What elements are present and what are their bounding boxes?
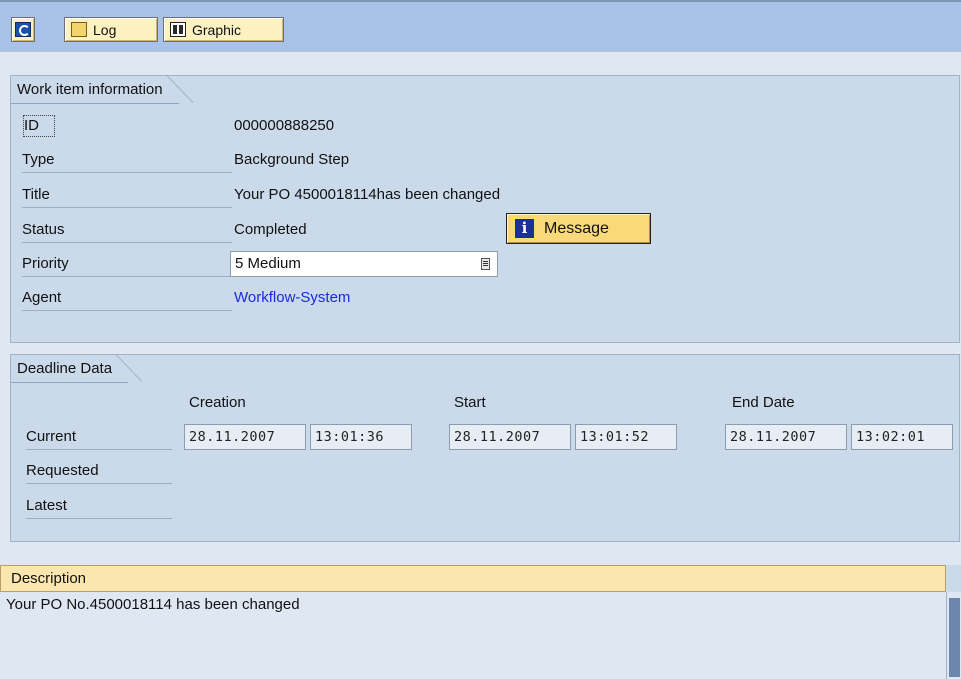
creation-date-field[interactable]: 28.11.2007 [184, 424, 306, 450]
agent-label: Agent [22, 286, 232, 311]
end-time-field[interactable]: 13:02:01 [851, 424, 953, 450]
creation-time-field[interactable]: 13:01:36 [310, 424, 412, 450]
agent-link[interactable]: Workflow-System [234, 286, 350, 310]
refresh-icon [15, 22, 31, 37]
dropdown-icon[interactable] [481, 258, 490, 270]
application-toolbar: Log Graphic [0, 0, 961, 52]
title-label: Title [22, 183, 232, 208]
message-button-label: Message [544, 219, 609, 237]
end-date-column-header: End Date [732, 394, 795, 411]
start-column-header: Start [454, 394, 486, 411]
priority-label: Priority [22, 252, 232, 277]
title-value: Your PO 4500018114has been changed [234, 186, 501, 203]
start-time-field[interactable]: 13:01:52 [575, 424, 677, 450]
start-date-field[interactable]: 28.11.2007 [449, 424, 571, 450]
status-value: Completed [234, 221, 307, 238]
log-button-label: Log [93, 21, 117, 38]
log-button[interactable]: Log [64, 17, 158, 42]
graphic-icon [170, 22, 186, 37]
info-icon: i [515, 219, 534, 238]
latest-row-label: Latest [26, 494, 172, 519]
refresh-button[interactable] [11, 17, 35, 42]
deadline-data-title: Deadline Data [11, 355, 143, 383]
current-row-label: Current [26, 425, 172, 450]
description-text: Your PO No.4500018114 has been changed [0, 592, 946, 679]
description-scrollbar[interactable] [946, 592, 961, 679]
message-button[interactable]: i Message [506, 213, 651, 244]
description-header: Description [0, 565, 946, 592]
requested-row-label: Requested [26, 459, 172, 484]
type-label: Type [22, 148, 232, 173]
id-label[interactable]: ID [22, 114, 56, 138]
graphic-button-label: Graphic [192, 21, 242, 38]
description-header-filler [946, 565, 961, 592]
priority-dropdown[interactable]: 5 Medium [230, 251, 498, 277]
priority-value: 5 Medium [235, 255, 301, 272]
graphic-button[interactable]: Graphic [163, 17, 284, 42]
work-item-info-title: Work item information [11, 76, 193, 104]
creation-column-header: Creation [189, 394, 246, 411]
type-value: Background Step [234, 151, 350, 168]
log-icon [71, 22, 87, 37]
end-date-field[interactable]: 28.11.2007 [725, 424, 847, 450]
status-label: Status [22, 218, 232, 243]
scrollbar-thumb[interactable] [949, 598, 960, 677]
id-value: 000000888250 [234, 117, 335, 134]
